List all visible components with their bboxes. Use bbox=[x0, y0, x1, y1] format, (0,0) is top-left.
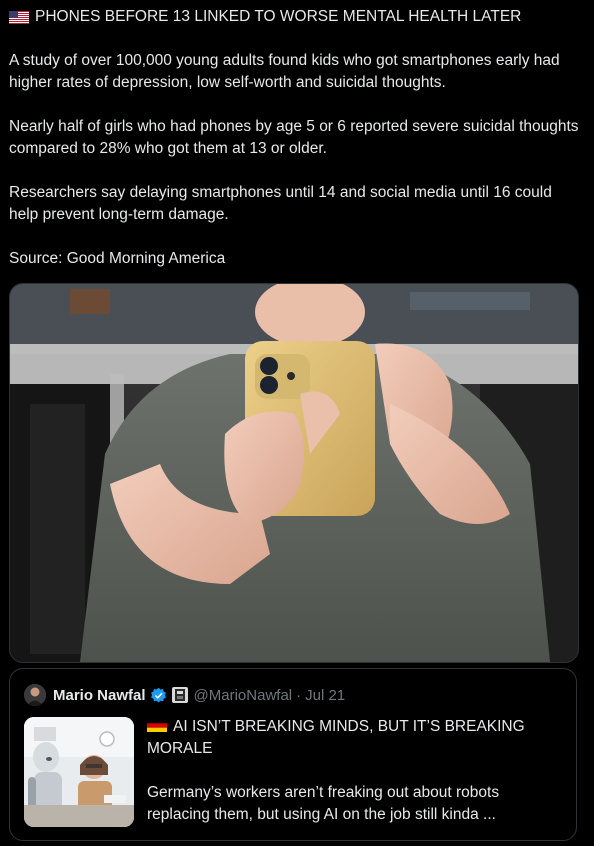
quoted-post-card[interactable]: Mario Nawfal @MarioNawfal · Jul 21 AI IS… bbox=[9, 668, 577, 841]
quoted-post-thumbnail[interactable] bbox=[24, 717, 134, 827]
quoted-date[interactable]: Jul 21 bbox=[305, 687, 345, 704]
quoted-post-title: AI ISN’T BREAKING MINDS, BUT IT’S BREAKI… bbox=[147, 716, 557, 760]
post-headline: PHONES BEFORE 13 LINKED TO WORSE MENTAL … bbox=[9, 6, 584, 28]
us-flag-icon bbox=[9, 10, 29, 24]
post-paragraph-3: Researchers say delaying smartphones unt… bbox=[9, 184, 552, 223]
quoted-title-text: AI ISN’T BREAKING MINDS, BUT IT’S BREAKI… bbox=[147, 718, 525, 757]
affiliate-badge-icon bbox=[171, 687, 188, 703]
quoted-post-body: AI ISN’T BREAKING MINDS, BUT IT’S BREAKI… bbox=[147, 716, 557, 826]
verified-badge-icon bbox=[150, 687, 166, 702]
quoted-snippet: Germany’s workers aren’t freaking out ab… bbox=[147, 784, 500, 823]
post-paragraph-2: Nearly half of girls who had phones by a… bbox=[9, 118, 579, 157]
post-text: PHONES BEFORE 13 LINKED TO WORSE MENTAL … bbox=[9, 6, 584, 292]
germany-flag-icon bbox=[147, 719, 167, 732]
quoted-author-name[interactable]: Mario Nawfal bbox=[53, 687, 146, 704]
post-paragraph-1: A study of over 100,000 young adults fou… bbox=[9, 52, 560, 91]
avatar[interactable] bbox=[24, 684, 46, 706]
quoted-handle[interactable]: @MarioNawfal bbox=[194, 687, 293, 704]
post-source: Source: Good Morning America bbox=[9, 250, 226, 267]
headline-text: PHONES BEFORE 13 LINKED TO WORSE MENTAL … bbox=[35, 8, 522, 25]
quoted-post-header: Mario Nawfal @MarioNawfal · Jul 21 bbox=[24, 683, 345, 707]
post-image-child-with-phone[interactable] bbox=[9, 283, 579, 663]
separator-dot: · bbox=[296, 686, 302, 704]
